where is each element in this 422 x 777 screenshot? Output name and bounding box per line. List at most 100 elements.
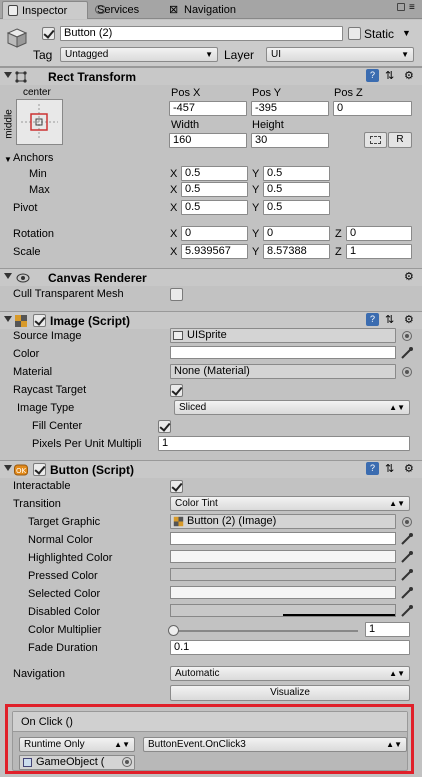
object-picker-icon[interactable]: [402, 331, 412, 341]
runtime-dropdown[interactable]: Runtime Only ▲▼: [19, 737, 135, 752]
rect-transform-icon: [15, 71, 27, 83]
height-field[interactable]: 30: [251, 133, 329, 148]
object-picker-icon[interactable]: [402, 367, 412, 377]
pos-y-field[interactable]: -395: [251, 101, 329, 116]
fill-center-checkbox[interactable]: [158, 420, 171, 433]
preset-icon[interactable]: ⇅: [385, 69, 398, 82]
color-multiplier-field[interactable]: 1: [365, 622, 410, 637]
tab-inspector[interactable]: Inspector: [2, 1, 88, 19]
rotation-x-field[interactable]: 0: [181, 226, 248, 241]
scale-z-field[interactable]: 1: [346, 244, 412, 259]
fold-arrow-icon[interactable]: [4, 273, 12, 279]
eyedropper-icon[interactable]: [400, 346, 414, 360]
object-picker-icon[interactable]: [122, 757, 132, 767]
preset-icon[interactable]: ⇅: [385, 462, 398, 475]
menu-icon[interactable]: ≡: [409, 2, 415, 13]
image-header[interactable]: Image (Script) ? ⇅ ⚙: [0, 311, 422, 329]
fold-arrow-icon[interactable]: [4, 465, 12, 471]
anchors-fold-icon[interactable]: ▼: [4, 155, 12, 164]
eyedropper-icon[interactable]: [400, 586, 414, 600]
color-field[interactable]: [170, 346, 396, 359]
pivot-y-field[interactable]: 0.5: [263, 200, 330, 215]
visualize-button[interactable]: Visualize: [170, 685, 410, 701]
highlighted-color-field[interactable]: [170, 550, 396, 563]
navigation-icon: ⊠: [169, 4, 179, 16]
tab-services[interactable]: Services: [90, 1, 162, 19]
settings-gear-icon[interactable]: ⚙: [404, 69, 417, 82]
axis-x-label: X: [170, 184, 178, 196]
function-dropdown[interactable]: ButtonEvent.OnClick3 ▲▼: [143, 737, 407, 752]
selected-color-field[interactable]: [170, 586, 396, 599]
canvas-renderer-header[interactable]: Canvas Renderer ⚙: [0, 268, 422, 286]
target-graphic-field[interactable]: Button (2) (Image): [170, 514, 396, 529]
width-field[interactable]: 160: [169, 133, 247, 148]
scale-y-field[interactable]: 8.57388: [263, 244, 330, 259]
transition-dropdown[interactable]: Color Tint ▲▼: [170, 496, 410, 511]
source-image-field[interactable]: UISprite: [170, 328, 396, 343]
pressed-color-field[interactable]: [170, 568, 396, 581]
axis-y-label: Y: [252, 184, 260, 196]
anchor-min-y-field[interactable]: 0.5: [263, 166, 330, 181]
tab-navigation[interactable]: ⊠ Navigation: [166, 1, 258, 19]
settings-gear-icon[interactable]: ⚙: [404, 270, 417, 283]
ppu-multiplier-field[interactable]: 1: [158, 436, 410, 451]
blueprint-button[interactable]: [364, 132, 387, 148]
onclick-title: On Click (): [21, 716, 73, 728]
color-label: Color: [13, 348, 40, 360]
tag-dropdown[interactable]: Untagged ▼: [60, 47, 218, 62]
lock-icon[interactable]: [397, 3, 405, 11]
scale-x-field[interactable]: 5.939567: [181, 244, 248, 259]
cull-transparent-checkbox[interactable]: [170, 288, 183, 301]
eyedropper-icon[interactable]: [400, 532, 414, 546]
fold-arrow-icon[interactable]: [4, 316, 12, 322]
layer-dropdown[interactable]: UI ▼: [266, 47, 414, 62]
slider-thumb[interactable]: [168, 625, 179, 636]
target-graphic-label: Target Graphic: [28, 516, 101, 528]
anchor-max-y-field[interactable]: 0.5: [263, 182, 330, 197]
settings-gear-icon[interactable]: ⚙: [404, 462, 417, 475]
help-icon[interactable]: ?: [366, 69, 379, 82]
object-name-field[interactable]: Button (2): [60, 26, 343, 41]
raycast-target-checkbox[interactable]: [170, 384, 183, 397]
normal-color-field[interactable]: [170, 532, 396, 545]
color-multiplier-slider[interactable]: [168, 624, 358, 638]
rotation-z-field[interactable]: 0: [346, 226, 412, 241]
fold-arrow-icon[interactable]: [4, 72, 12, 78]
button-enabled-checkbox[interactable]: [33, 463, 46, 476]
inspector-icon: [8, 5, 18, 16]
normal-color-label: Normal Color: [28, 534, 93, 546]
rect-transform-header[interactable]: Rect Transform ? ⇅ ⚙: [0, 67, 422, 85]
raw-edit-button[interactable]: R: [388, 132, 412, 148]
eyedropper-icon[interactable]: [400, 550, 414, 564]
preset-icon[interactable]: ⇅: [385, 313, 398, 326]
material-field[interactable]: None (Material): [170, 364, 396, 379]
disabled-color-field[interactable]: [170, 604, 396, 617]
navigation-dropdown[interactable]: Automatic ▲▼: [170, 666, 410, 681]
fade-duration-field[interactable]: 0.1: [170, 640, 410, 655]
eyedropper-icon[interactable]: [400, 604, 414, 618]
object-picker-icon[interactable]: [402, 517, 412, 527]
static-dropdown-arrow[interactable]: ▼: [402, 28, 411, 38]
eyedropper-icon[interactable]: [400, 568, 414, 582]
button-header[interactable]: OK Button (Script) ? ⇅ ⚙: [0, 460, 422, 478]
image-type-dropdown[interactable]: Sliced ▲▼: [174, 400, 410, 415]
onclick-object-field[interactable]: GameObject (: [19, 755, 135, 770]
pos-x-field[interactable]: -457: [169, 101, 247, 116]
component-title: Rect Transform: [48, 70, 137, 84]
anchor-min-x-field[interactable]: 0.5: [181, 166, 248, 181]
anchor-max-x-field[interactable]: 0.5: [181, 182, 248, 197]
tab-navigation-label: Navigation: [184, 4, 236, 16]
image-enabled-checkbox[interactable]: [33, 314, 46, 327]
rotation-y-field[interactable]: 0: [263, 226, 330, 241]
pos-z-field[interactable]: 0: [333, 101, 412, 116]
static-checkbox[interactable]: [348, 27, 361, 40]
help-icon[interactable]: ?: [366, 462, 379, 475]
interactable-checkbox[interactable]: [170, 480, 183, 493]
active-checkbox[interactable]: [42, 27, 55, 40]
axis-x-label: X: [170, 168, 178, 180]
anchor-preset-button[interactable]: [16, 99, 63, 145]
pivot-x-field[interactable]: 0.5: [181, 200, 248, 215]
component-title: Image (Script): [50, 314, 131, 328]
settings-gear-icon[interactable]: ⚙: [404, 313, 417, 326]
help-icon[interactable]: ?: [366, 313, 379, 326]
